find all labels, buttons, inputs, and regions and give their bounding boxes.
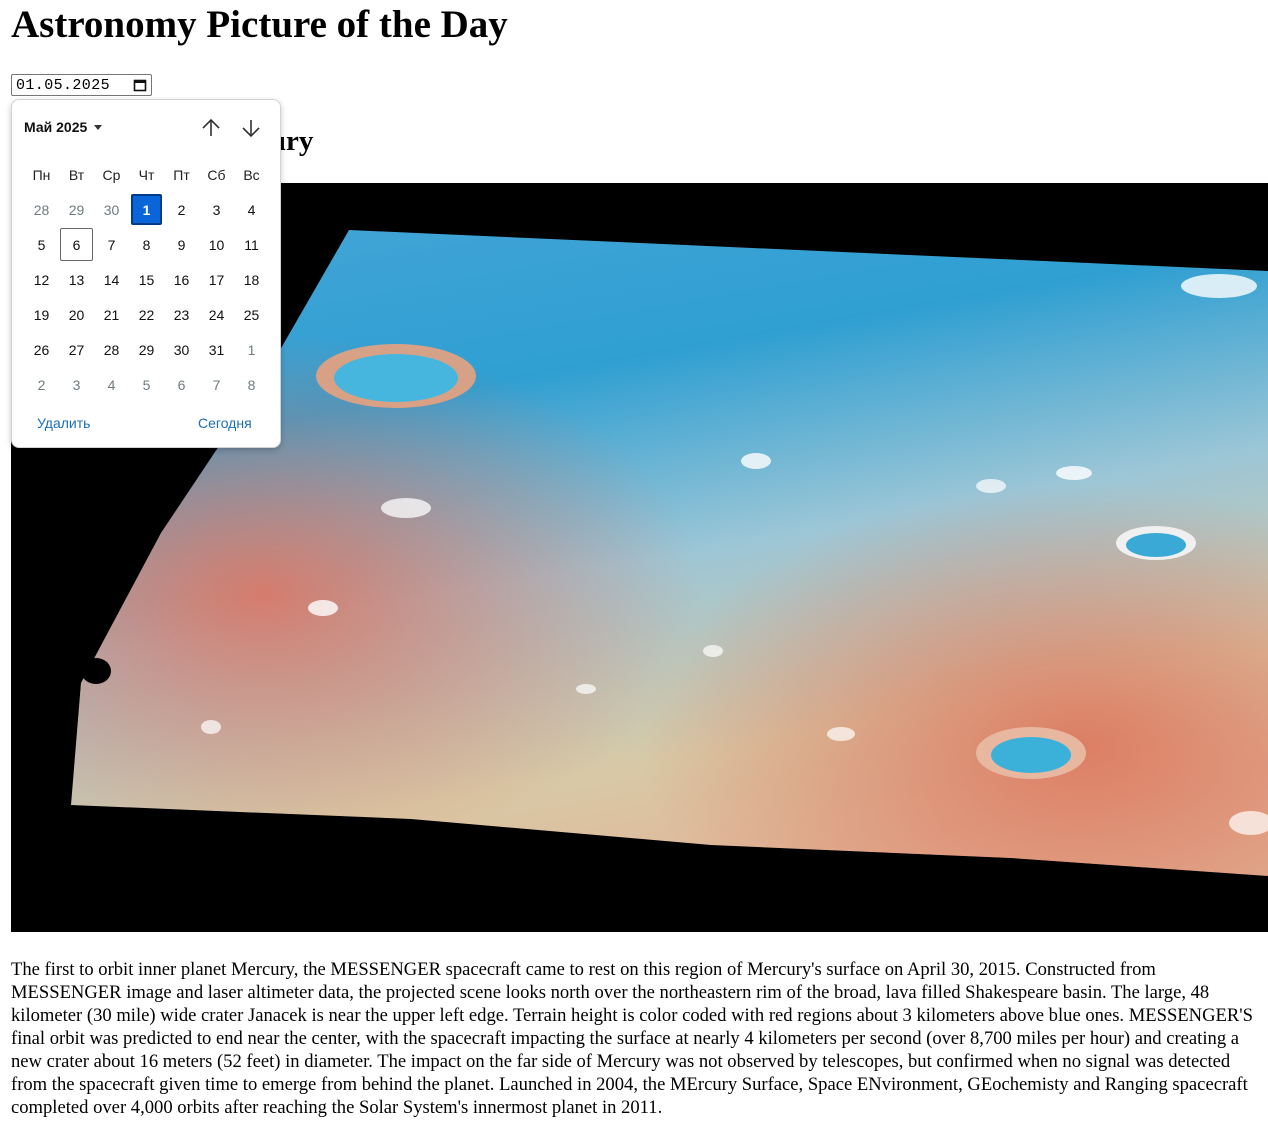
calendar-day[interactable]: 21: [94, 297, 129, 332]
calendar-day[interactable]: 5: [129, 367, 164, 402]
page-heading: Astronomy Picture of the Day: [11, 3, 508, 46]
calendar-day[interactable]: 27: [59, 332, 94, 367]
calendar-day[interactable]: 6: [164, 367, 199, 402]
calendar-week: 19 20 21 22 23 24 25: [24, 297, 269, 332]
weekday-label: Вс: [243, 166, 260, 183]
calendar-day[interactable]: 4: [94, 367, 129, 402]
weekday-label: Пт: [173, 166, 190, 183]
calendar-day[interactable]: 7: [94, 227, 129, 262]
calendar-day[interactable]: 11: [234, 227, 269, 262]
explanation-text: The first to orbit inner planet Mercury,…: [11, 959, 1253, 1118]
month-label: Май 2025: [24, 119, 88, 135]
calendar-day[interactable]: 20: [59, 297, 94, 332]
calendar-week: 26 27 28 29 30 31 1: [24, 332, 269, 367]
calendar-day[interactable]: 9: [164, 227, 199, 262]
calendar-day[interactable]: 15: [129, 262, 164, 297]
calendar-day[interactable]: 3: [59, 367, 94, 402]
weekday-label: Вт: [68, 166, 85, 183]
month-year-selector[interactable]: Май 2025: [24, 119, 103, 135]
calendar-day[interactable]: 24: [199, 297, 234, 332]
calendar-day[interactable]: 22: [129, 297, 164, 332]
calendar-day[interactable]: 23: [164, 297, 199, 332]
calendar-week: 12 13 14 15 16 17 18: [24, 262, 269, 297]
clear-button[interactable]: Удалить: [37, 415, 90, 431]
calendar-day[interactable]: 25: [234, 297, 269, 332]
weekday-label: Пн: [32, 166, 51, 183]
calendar-week: 5 6 7 8 9 10 11: [24, 227, 269, 262]
date-value: 01.05.2025: [16, 76, 111, 94]
next-month-button[interactable]: [239, 116, 263, 140]
calendar-day[interactable]: 13: [59, 262, 94, 297]
calendar-icon[interactable]: [133, 78, 147, 92]
date-input[interactable]: 01.05.2025: [11, 74, 152, 96]
calendar-day[interactable]: 4: [234, 192, 269, 227]
arrow-down-icon: [242, 120, 260, 138]
calendar-day[interactable]: 10: [199, 227, 234, 262]
calendar-day[interactable]: 30: [164, 332, 199, 367]
weekday-header: Пн Вт Ср Чт Пт Сб Вс: [24, 157, 269, 192]
arrow-up-icon: [202, 118, 220, 136]
calendar-day[interactable]: 26: [24, 332, 59, 367]
calendar-day[interactable]: 29: [129, 332, 164, 367]
calendar-day[interactable]: 17: [199, 262, 234, 297]
calendar-day[interactable]: 1: [234, 332, 269, 367]
calendar-day[interactable]: 18: [234, 262, 269, 297]
calendar-day[interactable]: 5: [24, 227, 59, 262]
calendar-day[interactable]: 31: [199, 332, 234, 367]
caret-down-icon: [94, 124, 103, 130]
today-button[interactable]: Сегодня: [198, 415, 252, 431]
calendar-day[interactable]: 19: [24, 297, 59, 332]
weekday-label: Ср: [102, 166, 121, 183]
calendar-day[interactable]: 29: [59, 192, 94, 227]
calendar-day[interactable]: 30: [94, 192, 129, 227]
calendar-day[interactable]: 3: [199, 192, 234, 227]
calendar-day[interactable]: 8: [234, 367, 269, 402]
previous-month-button[interactable]: [199, 116, 223, 140]
calendar-week: 28 29 30 1 2 3 4: [24, 192, 269, 227]
calendar-grid: Пн Вт Ср Чт Пт Сб Вс 28 29 30 1 2 3 4 5 …: [24, 157, 269, 402]
calendar-day[interactable]: 16: [164, 262, 199, 297]
calendar-day[interactable]: 28: [94, 332, 129, 367]
calendar-day[interactable]: 2: [164, 192, 199, 227]
calendar-day[interactable]: 28: [24, 192, 59, 227]
calendar-day-today[interactable]: 6: [60, 228, 93, 261]
date-picker-popup: Май 2025 Пн Вт Ср Чт Пт Сб Вс 28 29 30 1…: [11, 99, 281, 448]
weekday-label: Чт: [138, 166, 155, 183]
calendar-day[interactable]: 14: [94, 262, 129, 297]
calendar-day[interactable]: 2: [24, 367, 59, 402]
calendar-day[interactable]: 12: [24, 262, 59, 297]
calendar-day[interactable]: 7: [199, 367, 234, 402]
calendar-day[interactable]: 8: [129, 227, 164, 262]
calendar-week: 2 3 4 5 6 7 8: [24, 367, 269, 402]
weekday-label: Сб: [207, 166, 226, 183]
calendar-day-selected[interactable]: 1: [131, 194, 162, 225]
